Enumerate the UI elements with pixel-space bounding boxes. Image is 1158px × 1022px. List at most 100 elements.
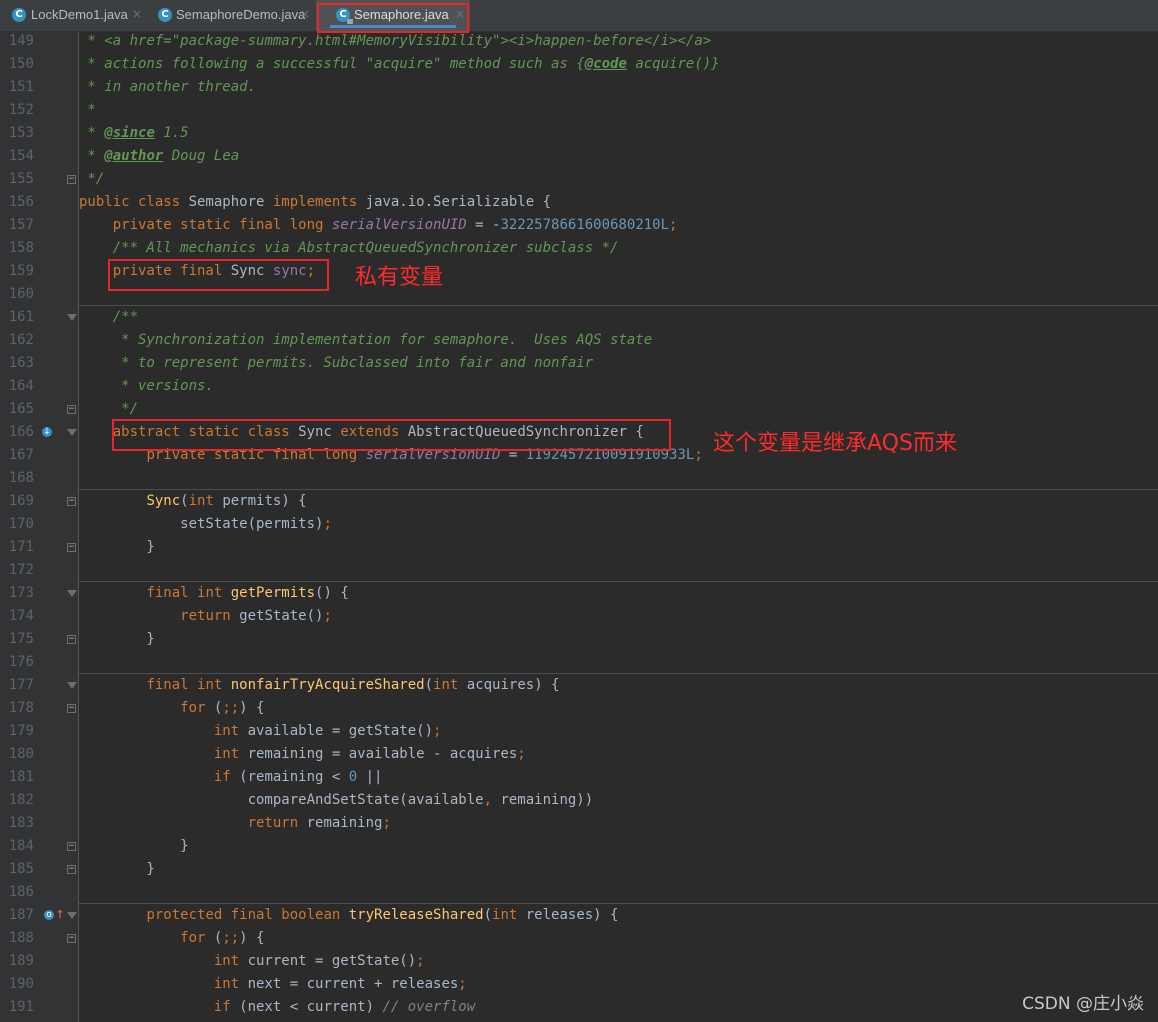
line-number[interactable]: 156 [0,191,34,214]
code-line[interactable]: 153 * @since 1.5 [0,122,1158,145]
line-number[interactable]: 162 [0,329,34,352]
code-line[interactable]: 187 o ↑ protected final boolean tryRelease… [0,904,1158,927]
code-line[interactable]: 169 − Sync(int permits) { [0,490,1158,513]
line-number[interactable]: 183 [0,812,34,835]
fold-arrow-icon[interactable] [67,682,77,689]
line-number[interactable]: 191 [0,996,34,1019]
fold-toggle-icon[interactable]: − [67,842,76,851]
fold-toggle-icon[interactable]: − [67,934,76,943]
code-line[interactable]: 151 * in another thread. [0,76,1158,99]
code-line[interactable]: 164 * versions. [0,375,1158,398]
line-number[interactable]: 184 [0,835,34,858]
code-line[interactable]: 182 compareAndSetState(available, remain… [0,789,1158,812]
fold-toggle-icon[interactable]: − [67,865,76,874]
code-line[interactable]: 161 /** [0,306,1158,329]
code-line[interactable]: 150 * actions following a successful "ac… [0,53,1158,76]
code-line[interactable]: 177 final int nonfairTryAcquireShared(in… [0,674,1158,697]
line-number[interactable]: 163 [0,352,34,375]
line-number[interactable]: 154 [0,145,34,168]
fold-toggle-icon[interactable]: − [67,175,76,184]
code-line[interactable]: 152 * [0,99,1158,122]
fold-toggle-icon[interactable]: − [67,704,76,713]
line-number[interactable]: 149 [0,30,34,53]
line-number[interactable]: 155 [0,168,34,191]
code-line[interactable]: 180 int remaining = available - acquires… [0,743,1158,766]
fold-toggle-icon[interactable]: − [67,405,76,414]
line-number[interactable]: 159 [0,260,34,283]
line-number[interactable]: 189 [0,950,34,973]
code-line[interactable]: 188 − for (;;) { [0,927,1158,950]
code-line[interactable]: 165 − */ [0,398,1158,421]
line-number[interactable]: 174 [0,605,34,628]
fold-arrow-icon[interactable] [67,429,77,436]
line-number[interactable]: 181 [0,766,34,789]
line-number[interactable]: 177 [0,674,34,697]
code-line[interactable]: 163 * to represent permits. Subclassed i… [0,352,1158,375]
code-line[interactable]: 172 [0,559,1158,582]
close-icon[interactable]: × [132,7,142,21]
line-number[interactable]: 160 [0,283,34,306]
code-line[interactable]: 157 private static final long serialVers… [0,214,1158,237]
line-number[interactable]: 180 [0,743,34,766]
line-number[interactable]: 186 [0,881,34,904]
line-number[interactable]: 165 [0,398,34,421]
tab-lockdemo1[interactable]: C LockDemo1.java × [0,0,148,31]
line-number[interactable]: 158 [0,237,34,260]
line-number[interactable]: 187 [0,904,34,927]
line-number[interactable]: 188 [0,927,34,950]
code-line[interactable]: 155 − */ [0,168,1158,191]
fold-toggle-icon[interactable]: − [67,497,76,506]
fold-toggle-icon[interactable]: − [67,543,76,552]
fold-arrow-icon[interactable] [67,314,77,321]
line-number[interactable]: 164 [0,375,34,398]
line-number[interactable]: 173 [0,582,34,605]
code-line[interactable]: 154 * @author Doug Lea [0,145,1158,168]
code-line[interactable]: 183 return remaining; [0,812,1158,835]
code-line[interactable]: 170 setState(permits); [0,513,1158,536]
line-number[interactable]: 190 [0,973,34,996]
line-number[interactable]: 161 [0,306,34,329]
line-number[interactable]: 151 [0,76,34,99]
code-line[interactable]: 162 * Synchronization implementation for… [0,329,1158,352]
code-line[interactable]: 185 − } [0,858,1158,881]
line-number[interactable]: 182 [0,789,34,812]
line-number[interactable]: 168 [0,467,34,490]
code-line[interactable]: 175 − } [0,628,1158,651]
line-number[interactable]: 152 [0,99,34,122]
code-line[interactable]: 179 int available = getState(); [0,720,1158,743]
line-number[interactable]: 185 [0,858,34,881]
fold-arrow-icon[interactable] [67,590,77,597]
code-line[interactable]: 181 if (remaining < 0 || [0,766,1158,789]
line-number[interactable]: 179 [0,720,34,743]
code-line[interactable]: 156 public class Semaphore implements jav… [0,191,1158,214]
line-number[interactable]: 171 [0,536,34,559]
close-icon[interactable]: × [300,7,310,21]
line-number[interactable]: 170 [0,513,34,536]
code-line[interactable]: 158 /** All mechanics via AbstractQueued… [0,237,1158,260]
tab-semaphoredemo[interactable]: C SemaphoreDemo.java × [148,0,316,31]
code-line[interactable]: 186 [0,881,1158,904]
code-line[interactable]: 174 return getState(); [0,605,1158,628]
line-number[interactable]: 167 [0,444,34,467]
implemented-icon[interactable]: ↓ [42,427,52,437]
overrides-method-icon[interactable]: ↑ [55,909,65,920]
line-number[interactable]: 157 [0,214,34,237]
overridden-icon[interactable]: o [44,910,54,920]
code-line[interactable]: 171 − } [0,536,1158,559]
code-line[interactable]: 191 if (next < current) // overflow [0,996,1158,1019]
line-number[interactable]: 150 [0,53,34,76]
code-line[interactable]: 178 − for (;;) { [0,697,1158,720]
line-number[interactable]: 169 [0,490,34,513]
fold-arrow-icon[interactable] [67,912,77,919]
code-line[interactable]: 176 [0,651,1158,674]
line-number[interactable]: 166 [0,421,34,444]
line-number[interactable]: 172 [0,559,34,582]
code-line[interactable]: 190 int next = current + releases; [0,973,1158,996]
line-number[interactable]: 178 [0,697,34,720]
code-line[interactable]: 184 − } [0,835,1158,858]
code-line[interactable]: 168 [0,467,1158,490]
code-line[interactable]: 173 final int getPermits() { [0,582,1158,605]
fold-toggle-icon[interactable]: − [67,635,76,644]
line-number[interactable]: 176 [0,651,34,674]
line-number[interactable]: 153 [0,122,34,145]
